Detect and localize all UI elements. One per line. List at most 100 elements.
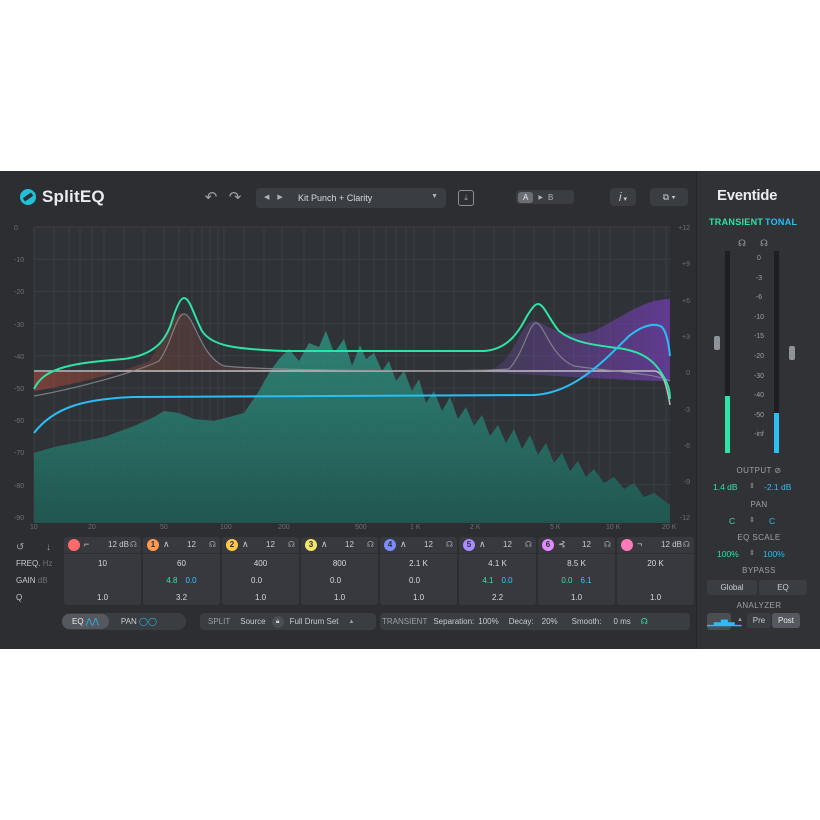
filter-shape-icon[interactable]: ∧ <box>163 539 170 550</box>
band-column[interactable]: 4 ∧ 12 ☊ 2.1 K 0.0 1.0 <box>380 537 457 605</box>
band-slope-value[interactable]: 12 <box>424 540 433 549</box>
headphones-icon[interactable]: ☊ <box>641 617 648 626</box>
band-solo-headphones-icon[interactable]: ☊ <box>209 540 216 549</box>
band-enable-button[interactable]: 3 <box>305 539 317 551</box>
chevron-up-icon[interactable]: ▲ <box>349 619 355 625</box>
source-value[interactable]: Full Drum Set <box>290 617 339 626</box>
decay-value[interactable]: 20% <box>542 617 558 626</box>
transient-output-value[interactable]: 1.4 dB <box>713 482 738 492</box>
arrow-down-icon[interactable]: ↓ <box>46 542 51 553</box>
band-solo-headphones-icon[interactable]: ☊ <box>367 540 374 549</box>
band-gain-values[interactable]: 0.0 6.1 <box>538 576 615 585</box>
undo-icon[interactable]: ↶ <box>201 188 221 208</box>
band-gain-values[interactable]: 4.8 0.0 <box>143 576 220 585</box>
band-column[interactable]: ⌐ 12 dB ☊ 10 1.0 <box>64 537 141 605</box>
ab-a-button[interactable]: A <box>518 191 534 203</box>
band-slope-value[interactable]: 12 dB <box>108 540 129 549</box>
band-slope-value[interactable]: 12 <box>582 540 591 549</box>
band-gain-transient[interactable]: 4.1 <box>482 576 493 585</box>
band-gain-transient[interactable]: 0.0 <box>409 576 420 585</box>
analyzer-post-button[interactable]: Post <box>772 613 800 628</box>
filter-shape-icon[interactable]: ⌐ <box>84 539 89 549</box>
link-arrows-icon[interactable]: ⇕ <box>749 482 755 490</box>
tonal-solo-headphones-icon[interactable]: ☊ <box>760 238 768 249</box>
band-solo-headphones-icon[interactable]: ☊ <box>446 540 453 549</box>
band-solo-headphones-icon[interactable]: ☊ <box>683 540 690 549</box>
band-gain-tonal[interactable]: 6.1 <box>581 576 592 585</box>
band-gain-transient[interactable]: 0.0 <box>251 576 262 585</box>
band-freq-value[interactable]: 8.5 K <box>538 559 615 568</box>
band-solo-headphones-icon[interactable]: ☊ <box>288 540 295 549</box>
filter-shape-icon[interactable]: ∧ <box>479 539 486 550</box>
band-slope-value[interactable]: 12 <box>345 540 354 549</box>
tonal-pan-value[interactable]: C <box>769 516 775 526</box>
eq-graph-svg[interactable] <box>14 221 690 541</box>
band-gain-tonal[interactable]: 0.0 <box>502 576 513 585</box>
band-gain-transient[interactable]: 4.8 <box>166 576 177 585</box>
band-column[interactable]: 1 ∧ 12 ☊ 60 4.8 0.0 3.2 <box>143 537 220 605</box>
band-enable-button[interactable] <box>621 539 633 551</box>
band-gain-values[interactable]: 0.0 <box>380 576 457 585</box>
settings-menu-button[interactable]: ⧉ ▾ <box>650 188 688 206</box>
band-gain-values[interactable]: 0.0 <box>222 576 299 585</box>
filter-shape-icon[interactable]: ∧ <box>321 539 328 550</box>
band-freq-value[interactable]: 4.1 K <box>459 559 536 568</box>
transient-solo-headphones-icon[interactable]: ☊ <box>738 238 746 249</box>
band-solo-headphones-icon[interactable]: ☊ <box>604 540 611 549</box>
filter-shape-icon[interactable]: ¬ <box>637 539 642 549</box>
band-q-value[interactable]: 1.0 <box>617 593 694 602</box>
info-button[interactable]: i ▾ <box>610 188 636 206</box>
separation-value[interactable]: 100% <box>478 617 498 626</box>
band-enable-button[interactable]: 1 <box>147 539 159 551</box>
band-enable-button[interactable] <box>68 539 80 551</box>
band-q-value[interactable]: 2.2 <box>459 593 536 602</box>
filter-shape-icon[interactable]: ∧ <box>242 539 249 550</box>
band-q-value[interactable]: 3.2 <box>143 593 220 602</box>
band-slope-value[interactable]: 12 <box>187 540 196 549</box>
band-slope-value[interactable]: 12 <box>503 540 512 549</box>
phase-invert-icon[interactable]: ⊘ <box>774 466 781 475</box>
band-solo-headphones-icon[interactable]: ☊ <box>525 540 532 549</box>
analyzer-pre-button[interactable]: Pre <box>747 613 771 628</box>
band-freq-value[interactable]: 60 <box>143 559 220 568</box>
band-gain-values[interactable]: 0.0 <box>301 576 378 585</box>
eq-graph[interactable]: 0 -10 -20 -30 -40 -50 -60 -70 -80 -90 +12 +9 +6 +3 0 -… <box>14 221 690 541</box>
band-freq-value[interactable]: 400 <box>222 559 299 568</box>
ab-b-button[interactable]: B <box>548 193 553 202</box>
band-q-value[interactable]: 1.0 <box>222 593 299 602</box>
band-column[interactable]: 5 ∧ 12 ☊ 4.1 K 4.1 0.0 2.2 <box>459 537 536 605</box>
chevron-up-icon[interactable]: ▲ <box>737 617 743 623</box>
band-gain-transient[interactable]: 0.0 <box>330 576 341 585</box>
tonal-output-value[interactable]: -2.1 dB <box>764 482 791 492</box>
bypass-global-button[interactable]: Global <box>707 580 757 595</box>
preset-prev-next-icon[interactable]: ◀▶ <box>264 193 291 201</box>
band-freq-value[interactable]: 2.1 K <box>380 559 457 568</box>
band-enable-button[interactable]: 2 <box>226 539 238 551</box>
view-mode-toggle[interactable]: EQ ⋀⋀ PAN ◯◯ <box>62 613 186 630</box>
band-q-value[interactable]: 1.0 <box>380 593 457 602</box>
filter-shape-icon[interactable]: ∧ <box>400 539 407 550</box>
band-freq-value[interactable]: 800 <box>301 559 378 568</box>
reset-icon[interactable]: ↺ <box>16 542 24 553</box>
lock-icon[interactable]: 🔒︎ <box>271 615 284 628</box>
band-q-value[interactable]: 1.0 <box>301 593 378 602</box>
eq-view-button[interactable]: EQ ⋀⋀ <box>62 614 109 629</box>
band-column[interactable]: 6 ⊰ 12 ☊ 8.5 K 0.0 6.1 1.0 <box>538 537 615 605</box>
band-gain-tonal[interactable]: 0.0 <box>186 576 197 585</box>
band-freq-value[interactable]: 10 <box>64 559 141 568</box>
band-gain-values[interactable]: 4.1 0.0 <box>459 576 536 585</box>
transient-pan-value[interactable]: C <box>729 516 735 526</box>
band-enable-button[interactable]: 5 <box>463 539 475 551</box>
filter-shape-icon[interactable]: ⊰ <box>558 539 566 550</box>
band-column[interactable]: 3 ∧ 12 ☊ 800 0.0 1.0 <box>301 537 378 605</box>
smooth-value[interactable]: 0 ms <box>613 617 630 626</box>
band-slope-value[interactable]: 12 dB <box>661 540 682 549</box>
chevron-down-icon[interactable]: ▼ <box>431 193 438 200</box>
save-preset-icon[interactable]: ⤓ <box>458 190 474 206</box>
band-solo-headphones-icon[interactable]: ☊ <box>130 540 137 549</box>
eq-scale-link-arrows-icon[interactable]: ⇕ <box>749 549 755 557</box>
band-enable-button[interactable]: 4 <box>384 539 396 551</box>
ab-compare[interactable]: A ▶ B <box>516 190 574 204</box>
transient-eq-scale-value[interactable]: 100% <box>717 549 739 559</box>
band-slope-value[interactable]: 12 <box>266 540 275 549</box>
